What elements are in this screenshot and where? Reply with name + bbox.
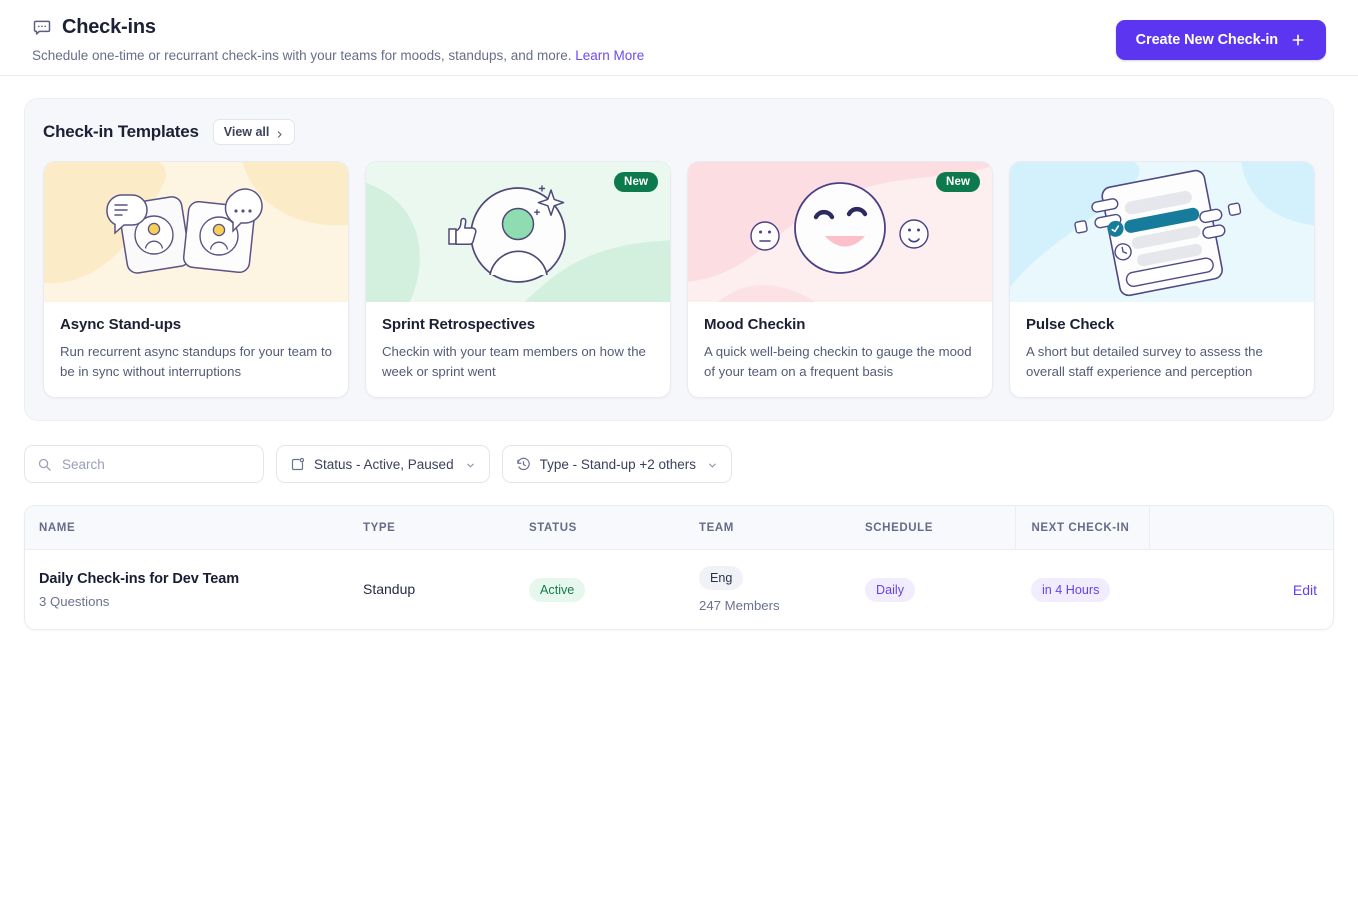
checkin-questions-count: 3 Questions <box>39 593 110 609</box>
team-badge: Eng <box>699 566 744 591</box>
column-header-status[interactable]: STATUS <box>529 506 699 551</box>
table-row[interactable]: Daily Check-ins for Dev Team 3 Questions… <box>25 550 1333 630</box>
status-badge: Active <box>529 577 586 602</box>
template-cards: Async Stand-ups Run recurrent async stan… <box>43 161 1315 399</box>
card-art: New <box>688 162 992 302</box>
speech-bubbles-people-illustration <box>44 162 348 302</box>
edit-link[interactable]: Edit <box>1149 582 1333 598</box>
column-header-actions <box>1149 506 1333 551</box>
table-header: NAME TYPE STATUS TEAM SCHEDULE NEXT CHEC… <box>25 506 1333 551</box>
filter-type-label: Type - Stand-up +2 others <box>539 456 697 472</box>
view-all-templates-button[interactable]: View all <box>212 119 296 145</box>
card-badge-new: New <box>614 172 658 192</box>
cell-next-checkin: in 4 Hours <box>1015 550 1149 630</box>
create-new-checkin-label: Create New Check-in <box>1135 32 1278 48</box>
template-card-pulse-check[interactable]: Pulse Check A short but detailed survey … <box>1009 161 1315 399</box>
table-body: Daily Check-ins for Dev Team 3 Questions… <box>25 550 1333 630</box>
card-title: Sprint Retrospectives <box>382 316 535 333</box>
cell-team: Eng 247 Members <box>699 550 865 630</box>
search-input[interactable] <box>62 456 251 472</box>
templates-header: Check-in Templates View all <box>43 117 1315 161</box>
column-header-schedule[interactable]: SCHEDULE <box>865 506 1015 551</box>
column-header-next-checkin[interactable]: NEXT CHECK-IN <box>1014 506 1150 551</box>
card-body: Async Stand-ups Run recurrent async stan… <box>44 302 348 397</box>
cell-name: Daily Check-ins for Dev Team 3 Questions <box>25 550 363 630</box>
clock-history-icon <box>516 457 531 472</box>
view-all-label: View all <box>223 125 270 139</box>
card-art: New <box>366 162 670 302</box>
table-header-row: NAME TYPE STATUS TEAM SCHEDULE NEXT CHEC… <box>25 506 1333 551</box>
card-title: Mood Checkin <box>704 316 806 333</box>
card-body: Mood Checkin A quick well-being checkin … <box>688 302 992 397</box>
column-header-name[interactable]: NAME <box>25 506 363 551</box>
chevron-down-icon <box>465 459 476 470</box>
checkin-type: Standup <box>363 580 416 597</box>
column-header-team[interactable]: TEAM <box>699 506 865 551</box>
templates-section-title: Check-in Templates <box>43 122 199 141</box>
filter-bar: Status - Active, Paused Type - Stand-up … <box>24 445 1334 484</box>
page-subtitle-text: Schedule one-time or recurrant check-ins… <box>32 48 572 63</box>
template-card-async-standups[interactable]: Async Stand-ups Run recurrent async stan… <box>43 161 349 399</box>
card-description: A short but detailed survey to assess th… <box>1026 344 1263 379</box>
card-body: Pulse Check A short but detailed survey … <box>1010 302 1314 397</box>
learn-more-link[interactable]: Learn More <box>575 48 644 63</box>
card-title: Async Stand-ups <box>60 316 182 333</box>
filter-status-dropdown[interactable]: Status - Active, Paused <box>276 445 490 484</box>
status-square-icon <box>290 457 305 472</box>
card-title: Pulse Check <box>1026 316 1115 333</box>
check-in-templates-panel: Check-in Templates View all Async Stand-… <box>24 98 1334 422</box>
page-header: Check-ins Schedule one-time or recurrant… <box>0 0 1358 76</box>
card-badge-new: New <box>936 172 980 192</box>
next-checkin-badge: in 4 Hours <box>1031 577 1111 602</box>
cell-actions: Edit <box>1149 550 1333 630</box>
chevron-right-icon <box>275 128 284 138</box>
page-title: Check-ins <box>62 16 156 38</box>
chevron-down-icon <box>707 459 718 470</box>
filter-status-label: Status - Active, Paused <box>314 456 454 472</box>
checkins-table: NAME TYPE STATUS TEAM SCHEDULE NEXT CHEC… <box>24 505 1334 631</box>
cell-schedule: Daily <box>865 550 1015 630</box>
card-art <box>44 162 348 302</box>
card-body: Sprint Retrospectives Checkin with your … <box>366 302 670 397</box>
card-description: Checkin with your team members on how th… <box>382 344 646 379</box>
cell-type: Standup <box>363 550 529 630</box>
create-new-checkin-button[interactable]: Create New Check-in <box>1115 20 1326 60</box>
template-card-mood-checkin[interactable]: New Mood Checkin A quick well-being chec… <box>687 161 993 399</box>
card-description: Run recurrent async standups for your te… <box>60 344 332 379</box>
schedule-badge: Daily <box>865 577 915 602</box>
card-description: A quick well-being checkin to gauge the … <box>704 344 972 379</box>
card-art <box>1010 162 1314 302</box>
search-box[interactable] <box>24 445 264 484</box>
column-header-type[interactable]: TYPE <box>363 506 529 551</box>
message-square-dots-icon <box>32 18 52 38</box>
filter-type-dropdown[interactable]: Type - Stand-up +2 others <box>501 445 733 484</box>
checkin-name: Daily Check-ins for Dev Team <box>39 570 240 587</box>
search-icon <box>37 457 52 472</box>
survey-document-illustration <box>1010 162 1314 302</box>
plus-icon <box>1290 32 1306 48</box>
template-card-sprint-retrospectives[interactable]: New Sprint Retrospectives Checkin with y… <box>365 161 671 399</box>
team-member-count: 247 Members <box>699 598 780 614</box>
cell-status: Active <box>529 550 699 630</box>
